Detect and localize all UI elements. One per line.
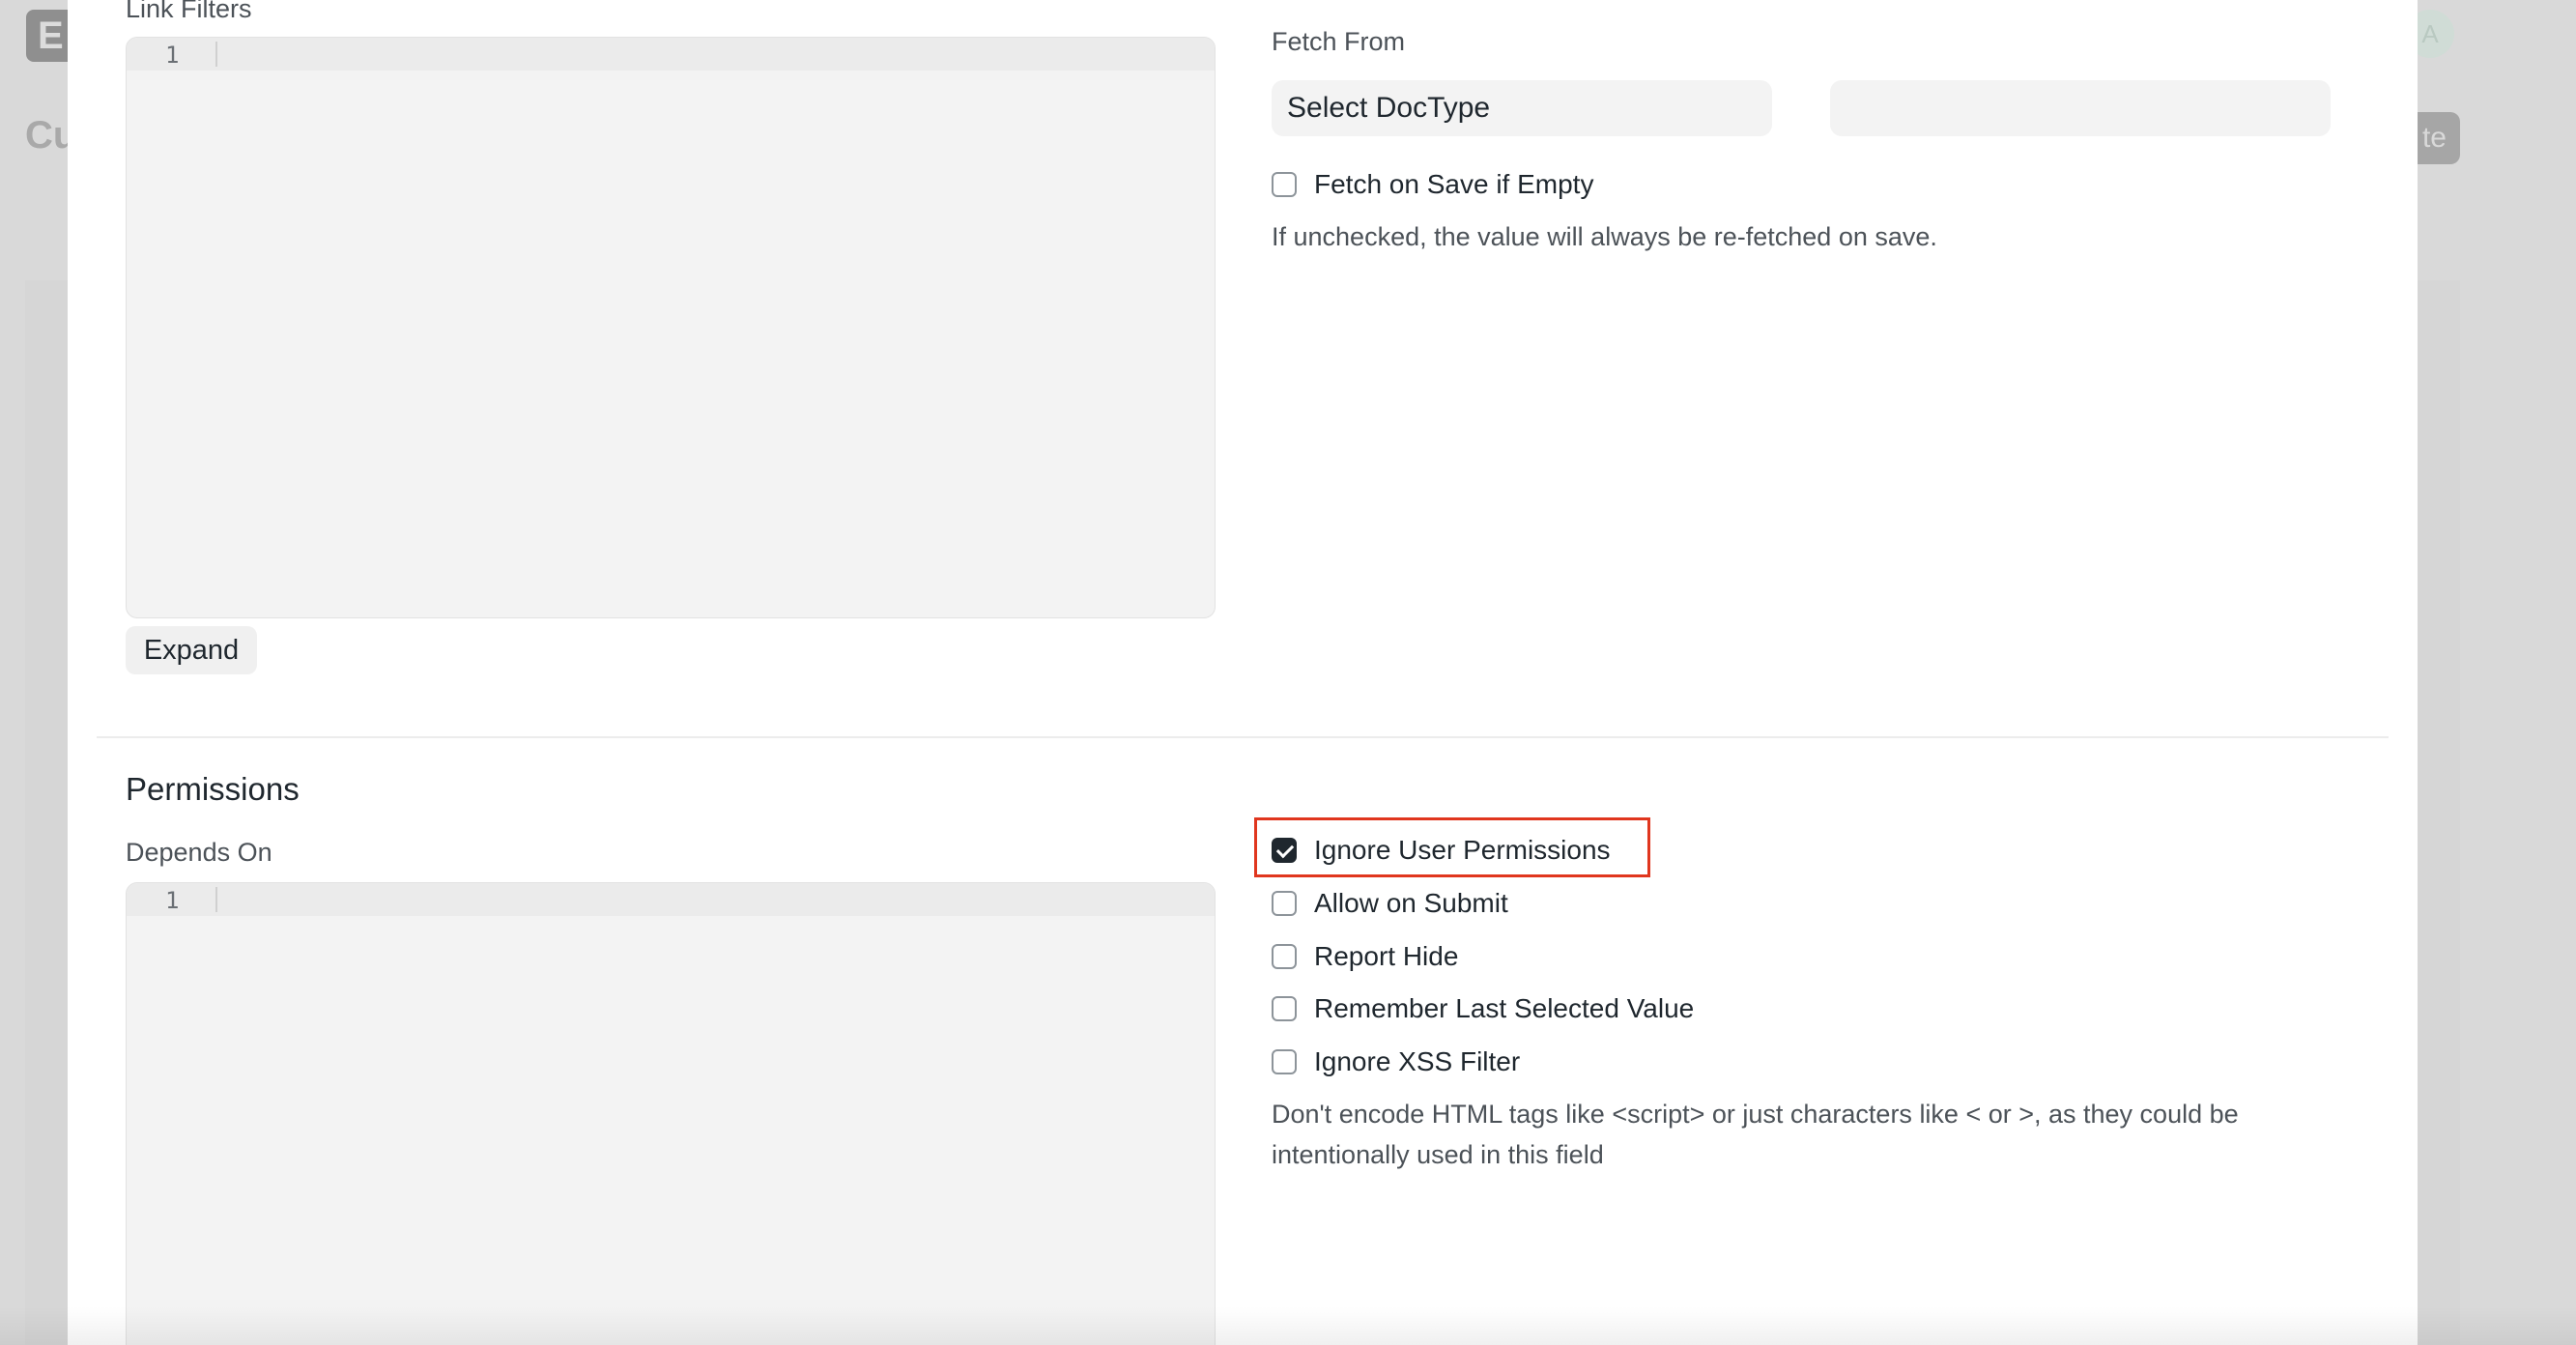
- gutter-separator: [215, 42, 217, 67]
- fetch-from-field-select[interactable]: [1830, 80, 2331, 136]
- depends-on-label: Depends On: [126, 838, 272, 867]
- report-hide-label[interactable]: Report Hide: [1314, 941, 1458, 972]
- xss-filter-help: Don't encode HTML tags like <script> or …: [1272, 1094, 2239, 1175]
- fetch-on-save-help: If unchecked, the value will always be r…: [1272, 222, 1937, 251]
- section-divider: [97, 736, 2389, 738]
- permissions-section-title: Permissions: [126, 771, 300, 807]
- xss-filter-help-line-2: intentionally used in this field: [1272, 1140, 1604, 1169]
- fetch-on-save-row[interactable]: Fetch on Save if Empty: [1272, 168, 1593, 201]
- report-hide-row[interactable]: Report Hide: [1272, 940, 1458, 973]
- ignore-xss-filter-checkbox[interactable]: [1272, 1049, 1297, 1074]
- allow-on-submit-label[interactable]: Allow on Submit: [1314, 888, 1508, 919]
- remember-last-selected-label[interactable]: Remember Last Selected Value: [1314, 993, 1694, 1024]
- expand-button[interactable]: Expand: [126, 626, 257, 674]
- fetch-from-doctype-select[interactable]: Select DocType: [1272, 80, 1772, 136]
- fetch-from-label: Fetch From: [1272, 27, 1406, 56]
- fetch-on-save-checkbox[interactable]: [1272, 172, 1297, 197]
- active-line-highlight: [127, 38, 1215, 71]
- gutter-separator: [215, 887, 217, 912]
- field-settings-modal: Link Filters 1 Expand Fetch From Select …: [68, 0, 2418, 1345]
- fetch-on-save-label[interactable]: Fetch on Save if Empty: [1314, 169, 1593, 200]
- allow-on-submit-checkbox[interactable]: [1272, 891, 1297, 916]
- depends-on-editor[interactable]: 1: [126, 882, 1216, 1345]
- line-number: 1: [165, 42, 180, 69]
- line-number: 1: [165, 887, 180, 914]
- active-line-highlight: [127, 883, 1215, 916]
- allow-on-submit-row[interactable]: Allow on Submit: [1272, 887, 1508, 920]
- link-filters-editor[interactable]: 1: [126, 37, 1216, 618]
- ignore-xss-filter-row[interactable]: Ignore XSS Filter: [1272, 1045, 1520, 1078]
- remember-last-selected-checkbox[interactable]: [1272, 996, 1297, 1021]
- highlight-annotation: [1254, 817, 1650, 877]
- xss-filter-help-line-1: Don't encode HTML tags like <script> or …: [1272, 1100, 2239, 1129]
- report-hide-checkbox[interactable]: [1272, 944, 1297, 969]
- bottom-shadow: [0, 1306, 2576, 1345]
- link-filters-label: Link Filters: [126, 0, 252, 23]
- ignore-xss-filter-label[interactable]: Ignore XSS Filter: [1314, 1046, 1520, 1077]
- remember-last-selected-row[interactable]: Remember Last Selected Value: [1272, 992, 1694, 1025]
